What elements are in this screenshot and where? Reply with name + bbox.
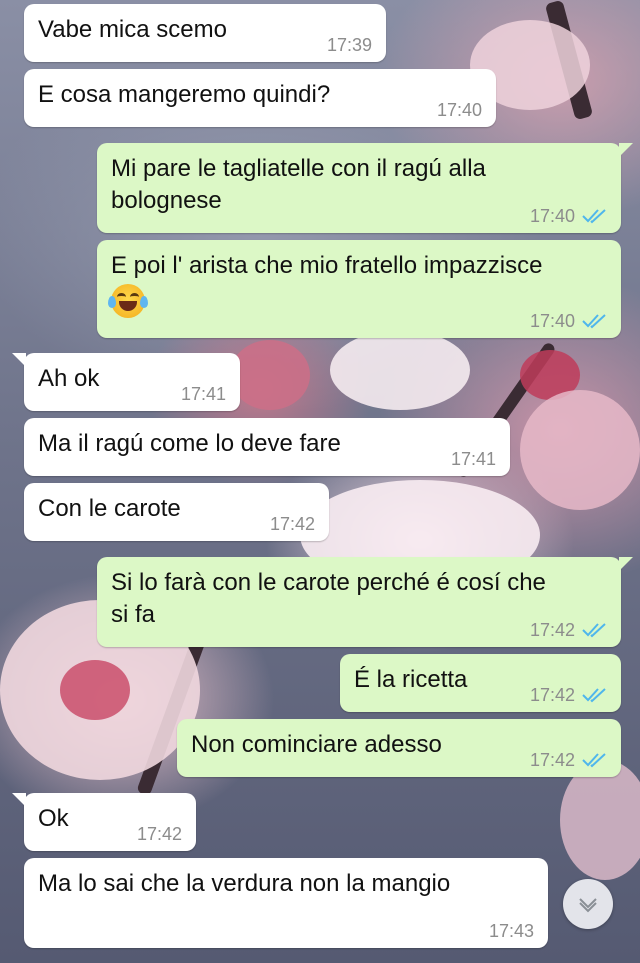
outgoing-message[interactable]: Si lo farà con le carote perché é cosí c… [97, 557, 633, 647]
read-ticks-icon [582, 753, 606, 768]
message-line: si fa [111, 601, 156, 628]
incoming-message[interactable]: E cosa mangeremo quindi? 17:40 [24, 69, 496, 127]
incoming-message[interactable]: Ma lo sai che la verdura non la mangio 1… [24, 858, 548, 948]
message-text: E cosa mangeremo quindi? [38, 81, 331, 108]
outgoing-message[interactable]: Non cominciare adesso 17:42 [177, 719, 621, 777]
scroll-to-bottom-button[interactable] [563, 879, 613, 929]
read-ticks-icon [582, 314, 606, 329]
message-text: Non cominciare adesso [191, 731, 442, 758]
message-text: Ma il ragú come lo deve fare [38, 430, 341, 457]
message-timestamp: 17:43 [488, 921, 534, 941]
message-line: Mi pare le tagliatelle con il ragú alla [111, 155, 486, 182]
message-text: É la ricetta [354, 666, 468, 693]
bubble-tail [12, 793, 26, 807]
message-line [108, 284, 542, 318]
outgoing-message[interactable]: Mi pare le tagliatelle con il ragú alla … [97, 143, 633, 233]
message-text: Mi pare le tagliatelle con il ragú alla … [111, 153, 486, 217]
read-ticks-icon [582, 688, 606, 703]
message-text: Ok [38, 805, 69, 832]
message-timestamp: 17:39 [326, 35, 372, 55]
incoming-message[interactable]: Ma il ragú come lo deve fare 17:41 [24, 418, 510, 476]
incoming-message[interactable]: Con le carote 17:42 [24, 483, 329, 541]
face-with-tears-of-joy-icon [108, 284, 148, 318]
incoming-message[interactable]: Vabe mica scemo 17:39 [24, 4, 386, 62]
bubble-tail [619, 143, 633, 157]
message-timestamp: 17:41 [450, 449, 496, 469]
message-timestamp: 17:42 [529, 685, 575, 705]
outgoing-message[interactable]: É la ricetta 17:42 [340, 654, 621, 712]
message-text: Ah ok [38, 365, 100, 392]
message-text: Con le carote [38, 495, 181, 522]
message-line: E poi l' arista che mio fratello impazzi… [111, 252, 543, 279]
outgoing-message[interactable]: E poi l' arista che mio fratello impazzi… [97, 240, 621, 338]
bubble-tail [619, 557, 633, 571]
message-line: Si lo farà con le carote perché é cosí c… [111, 569, 546, 596]
message-text: E poi l' arista che mio fratello impazzi… [108, 250, 543, 318]
message-text: Vabe mica scemo [38, 16, 227, 43]
message-list[interactable]: Vabe mica scemo 17:39 E cosa mangeremo q… [0, 0, 640, 963]
message-text: Si lo farà con le carote perché é cosí c… [111, 567, 546, 631]
message-timestamp: 17:41 [180, 384, 226, 404]
incoming-message[interactable]: Ah ok 17:41 [12, 353, 240, 411]
message-text: Ma lo sai che la verdura non la mangio [38, 870, 451, 897]
read-ticks-icon [582, 623, 606, 638]
message-timestamp: 17:42 [529, 750, 575, 770]
message-timestamp: 17:42 [269, 514, 315, 534]
read-ticks-icon [582, 209, 606, 224]
message-line: bolognese [111, 187, 222, 214]
message-timestamp: 17:40 [529, 206, 575, 226]
message-timestamp: 17:42 [529, 620, 575, 640]
message-timestamp: 17:40 [529, 311, 575, 331]
message-timestamp: 17:40 [436, 100, 482, 120]
message-timestamp: 17:42 [136, 824, 182, 844]
incoming-message[interactable]: Ok 17:42 [12, 793, 196, 851]
bubble-tail [12, 353, 26, 367]
chevron-down-icon [579, 898, 597, 913]
